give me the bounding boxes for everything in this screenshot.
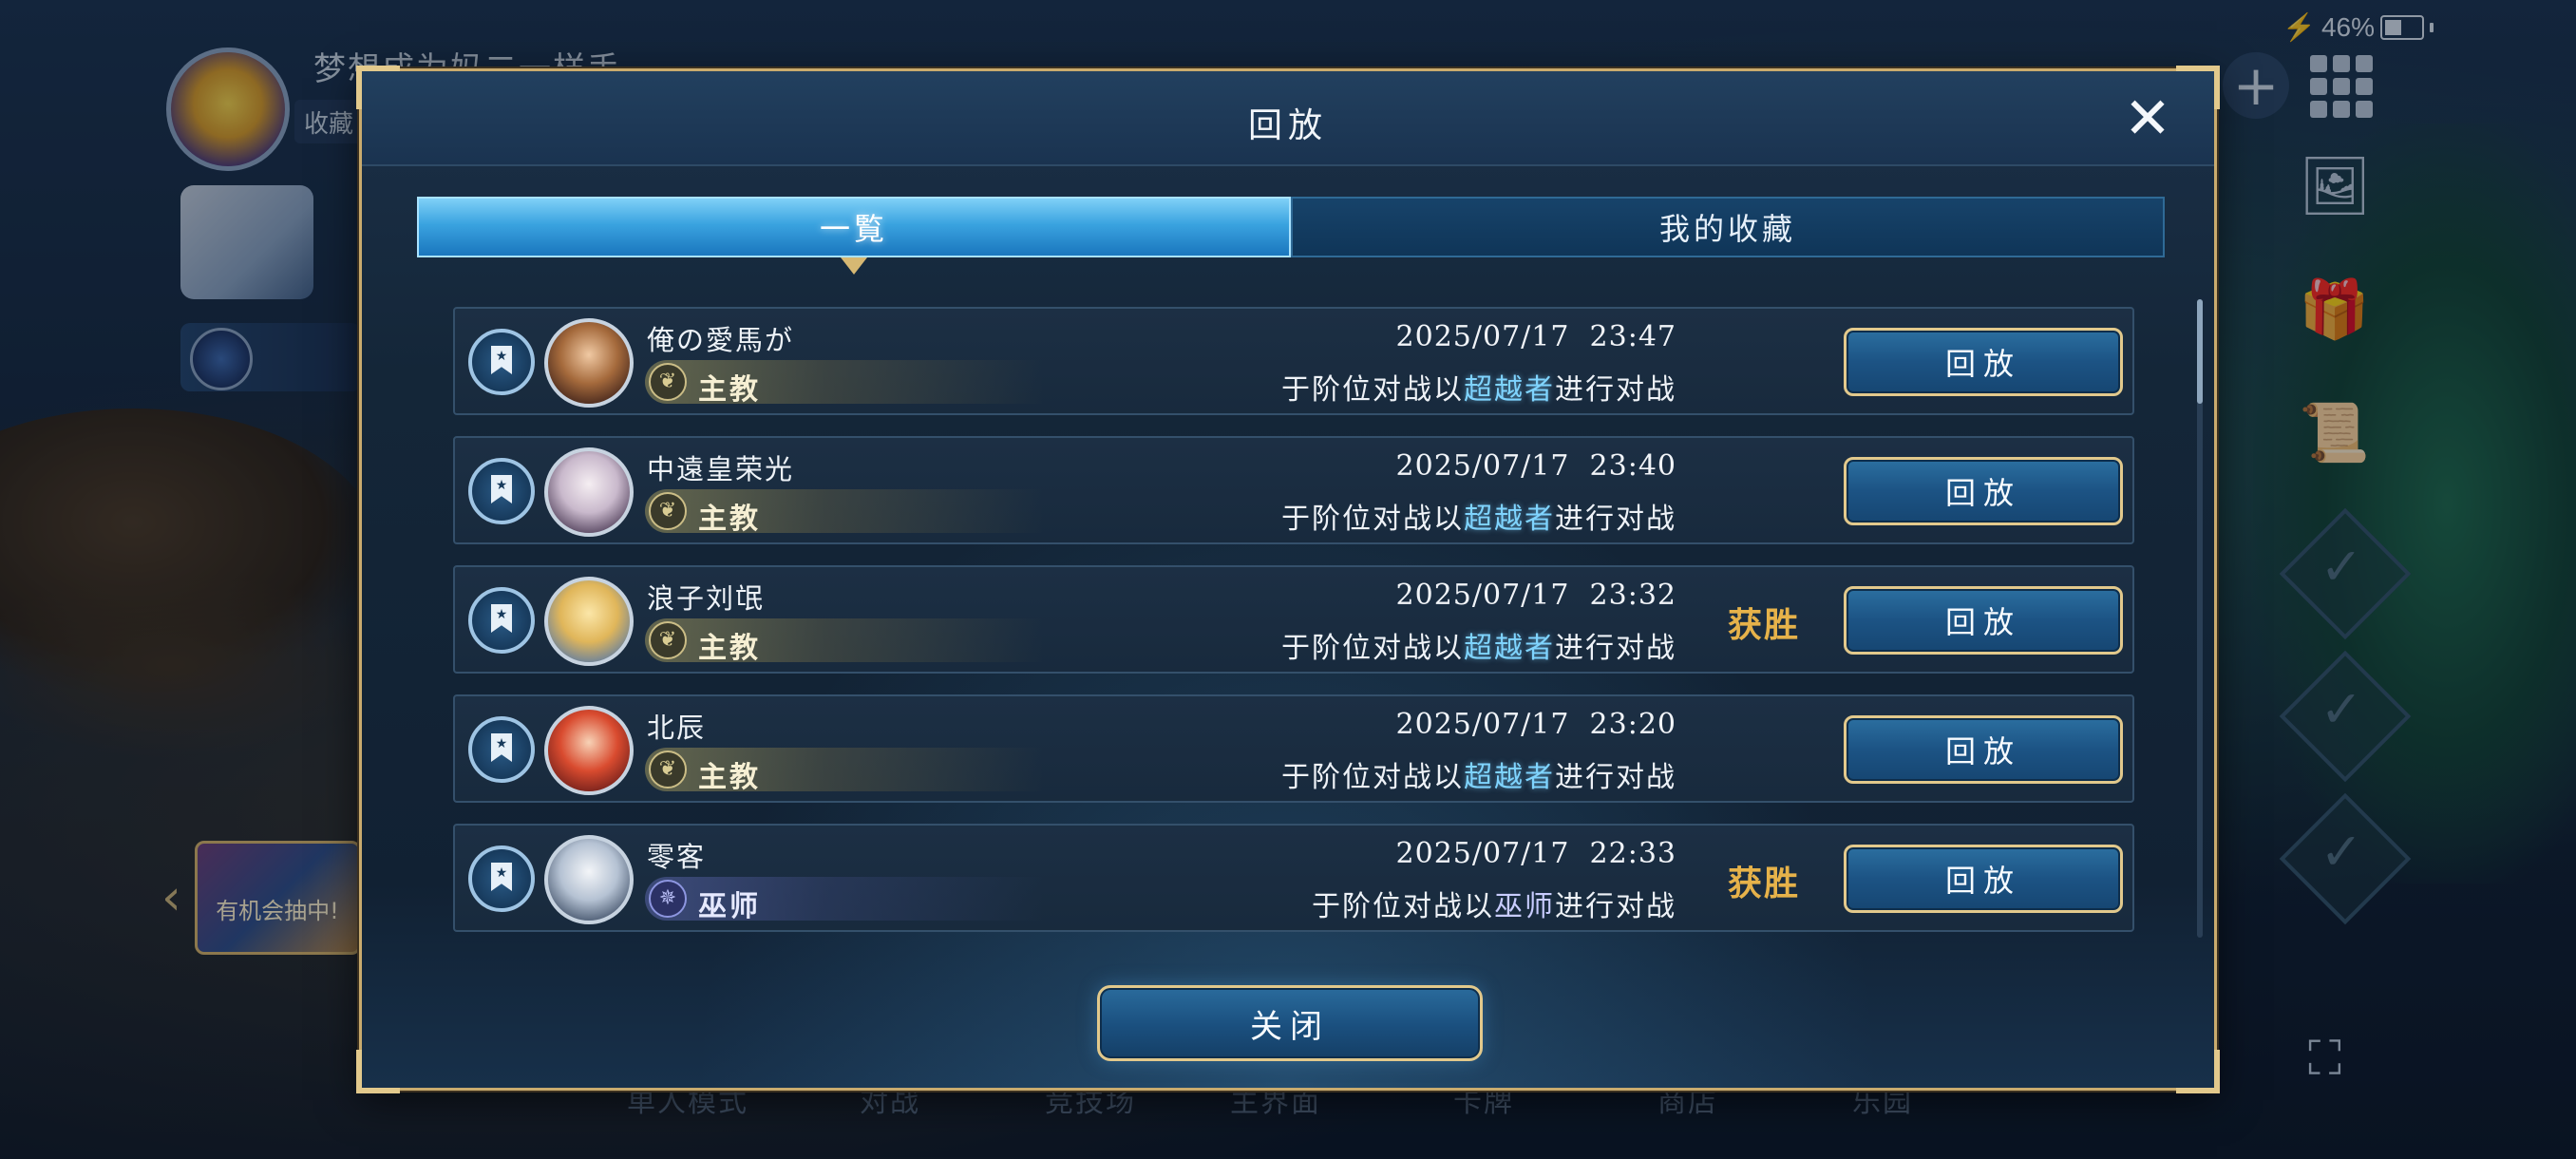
leaf-icon: ❦ [649, 492, 687, 530]
replay-row: ★ 北辰 ❦ 主教 2025/07/17 23:20 于阶位对战以超越者进行对战… [453, 694, 2134, 803]
opponent-avatar[interactable] [544, 577, 634, 666]
opponent-avatar[interactable] [544, 835, 634, 924]
desc-class: 超越者 [1464, 503, 1555, 536]
tab-favorites[interactable]: 我的收藏 [1291, 197, 2165, 257]
match-date: 2025/07/17 [1395, 579, 1570, 612]
frame-corner [356, 1050, 400, 1093]
favorite-bookmark-button[interactable]: ★ [468, 587, 535, 654]
desc-class: 超越者 [1464, 632, 1555, 665]
leaf-icon: ❦ [649, 750, 687, 788]
match-date: 2025/07/17 [1395, 320, 1570, 353]
opponent-name: 零客 [647, 841, 707, 873]
desc-suffix: 进行对战 [1555, 890, 1676, 923]
class-name: 主教 [698, 761, 761, 794]
match-date: 2025/07/17 [1395, 837, 1570, 870]
desc-prefix: 于阶位对战以 [1281, 373, 1464, 407]
match-description: 于阶位对战以超越者进行对战 [1281, 753, 1676, 795]
close-icon[interactable]: ✕ [2121, 90, 2174, 147]
class-name: 主教 [698, 373, 761, 407]
match-description: 于阶位对战以巫师进行对战 [1312, 883, 1676, 924]
match-time: 23:40 [1589, 449, 1676, 483]
tab-all[interactable]: 一覧 [417, 197, 1291, 275]
match-datetime: 2025/07/17 22:33 [1396, 837, 1676, 870]
replay-row: ★ 零客 ✵ 巫师 2025/07/17 22:33 于阶位对战以巫师进行对战 … [453, 824, 2134, 932]
desc-prefix: 于阶位对战以 [1281, 503, 1464, 536]
result-badge: 获胜 [1727, 864, 1800, 903]
replay-button[interactable]: 回放 [1844, 586, 2123, 655]
desc-prefix: 于阶位对战以 [1312, 890, 1494, 923]
desc-prefix: 于阶位对战以 [1281, 761, 1464, 794]
favorite-bookmark-button[interactable]: ★ [468, 846, 535, 912]
match-datetime: 2025/07/17 23:47 [1396, 320, 1676, 353]
leaf-icon: ❦ [649, 363, 687, 401]
match-description: 于阶位对战以超越者进行对战 [1281, 624, 1676, 666]
replay-button[interactable]: 回放 [1844, 457, 2123, 525]
opponent-avatar[interactable] [544, 447, 634, 537]
desc-suffix: 进行对战 [1555, 632, 1676, 665]
tab-label: 我的收藏 [1658, 211, 1796, 247]
favorite-bookmark-button[interactable]: ★ [468, 329, 535, 395]
favorite-bookmark-button[interactable]: ★ [468, 716, 535, 783]
replay-row: ★ 中遠皇荣光 ❦ 主教 2025/07/17 23:40 于阶位对战以超越者进… [453, 436, 2134, 544]
match-date: 2025/07/17 [1395, 708, 1570, 741]
desc-class: 超越者 [1464, 761, 1555, 794]
desc-suffix: 进行对战 [1555, 761, 1676, 794]
class-name: 巫师 [698, 890, 761, 923]
match-time: 23:32 [1589, 579, 1676, 612]
magic-circle-icon: ✵ [649, 880, 687, 918]
match-description: 于阶位对战以超越者进行对战 [1281, 495, 1676, 537]
replay-button[interactable]: 回放 [1844, 328, 2123, 396]
match-time: 22:33 [1589, 837, 1676, 870]
opponent-avatar[interactable] [544, 706, 634, 795]
result-badge: 获胜 [1727, 606, 1800, 645]
frame-corner [2176, 1050, 2220, 1093]
match-datetime: 2025/07/17 23:20 [1396, 708, 1676, 741]
opponent-name: 浪子刘氓 [647, 582, 766, 615]
opponent-name: 北辰 [647, 712, 707, 744]
match-description: 于阶位对战以超越者进行对战 [1281, 366, 1676, 408]
desc-prefix: 于阶位对战以 [1281, 632, 1464, 665]
opponent-avatar[interactable] [544, 318, 634, 408]
replay-dialog: 回放 ✕ 一覧 我的收藏 ★ 俺の愛馬が ❦ 主教 2025/07/17 23:… [356, 66, 2220, 1093]
desc-suffix: 进行对战 [1555, 503, 1676, 536]
match-datetime: 2025/07/17 23:32 [1396, 579, 1676, 612]
replay-row: ★ 浪子刘氓 ❦ 主教 2025/07/17 23:32 于阶位对战以超越者进行… [453, 565, 2134, 674]
tab-label: 一覧 [819, 211, 888, 247]
replay-button[interactable]: 回放 [1844, 845, 2123, 913]
replay-row: ★ 俺の愛馬が ❦ 主教 2025/07/17 23:47 于阶位对战以超越者进… [453, 307, 2134, 415]
match-datetime: 2025/07/17 23:40 [1396, 449, 1676, 483]
replay-button[interactable]: 回放 [1844, 715, 2123, 784]
close-button[interactable]: 关闭 [1097, 985, 1483, 1061]
scroll-thumb[interactable] [2197, 299, 2203, 404]
opponent-name: 中遠皇荣光 [647, 453, 795, 485]
class-name: 主教 [698, 632, 761, 665]
match-date: 2025/07/17 [1395, 449, 1570, 483]
list-scrollbar[interactable] [2197, 299, 2203, 938]
favorite-bookmark-button[interactable]: ★ [468, 458, 535, 524]
dialog-header: 回放 ✕ [362, 71, 2214, 166]
desc-class: 超越者 [1464, 373, 1555, 407]
match-time: 23:20 [1589, 708, 1676, 741]
tab-pointer-icon [841, 257, 867, 275]
leaf-icon: ❦ [649, 621, 687, 659]
desc-class: 巫师 [1494, 890, 1555, 923]
opponent-name: 俺の愛馬が [647, 324, 795, 356]
match-time: 23:47 [1589, 320, 1676, 353]
dialog-title: 回放 [1247, 106, 1328, 145]
tab-bar: 一覧 我的收藏 [417, 197, 2165, 275]
class-name: 主教 [698, 503, 761, 536]
desc-suffix: 进行对战 [1555, 373, 1676, 407]
